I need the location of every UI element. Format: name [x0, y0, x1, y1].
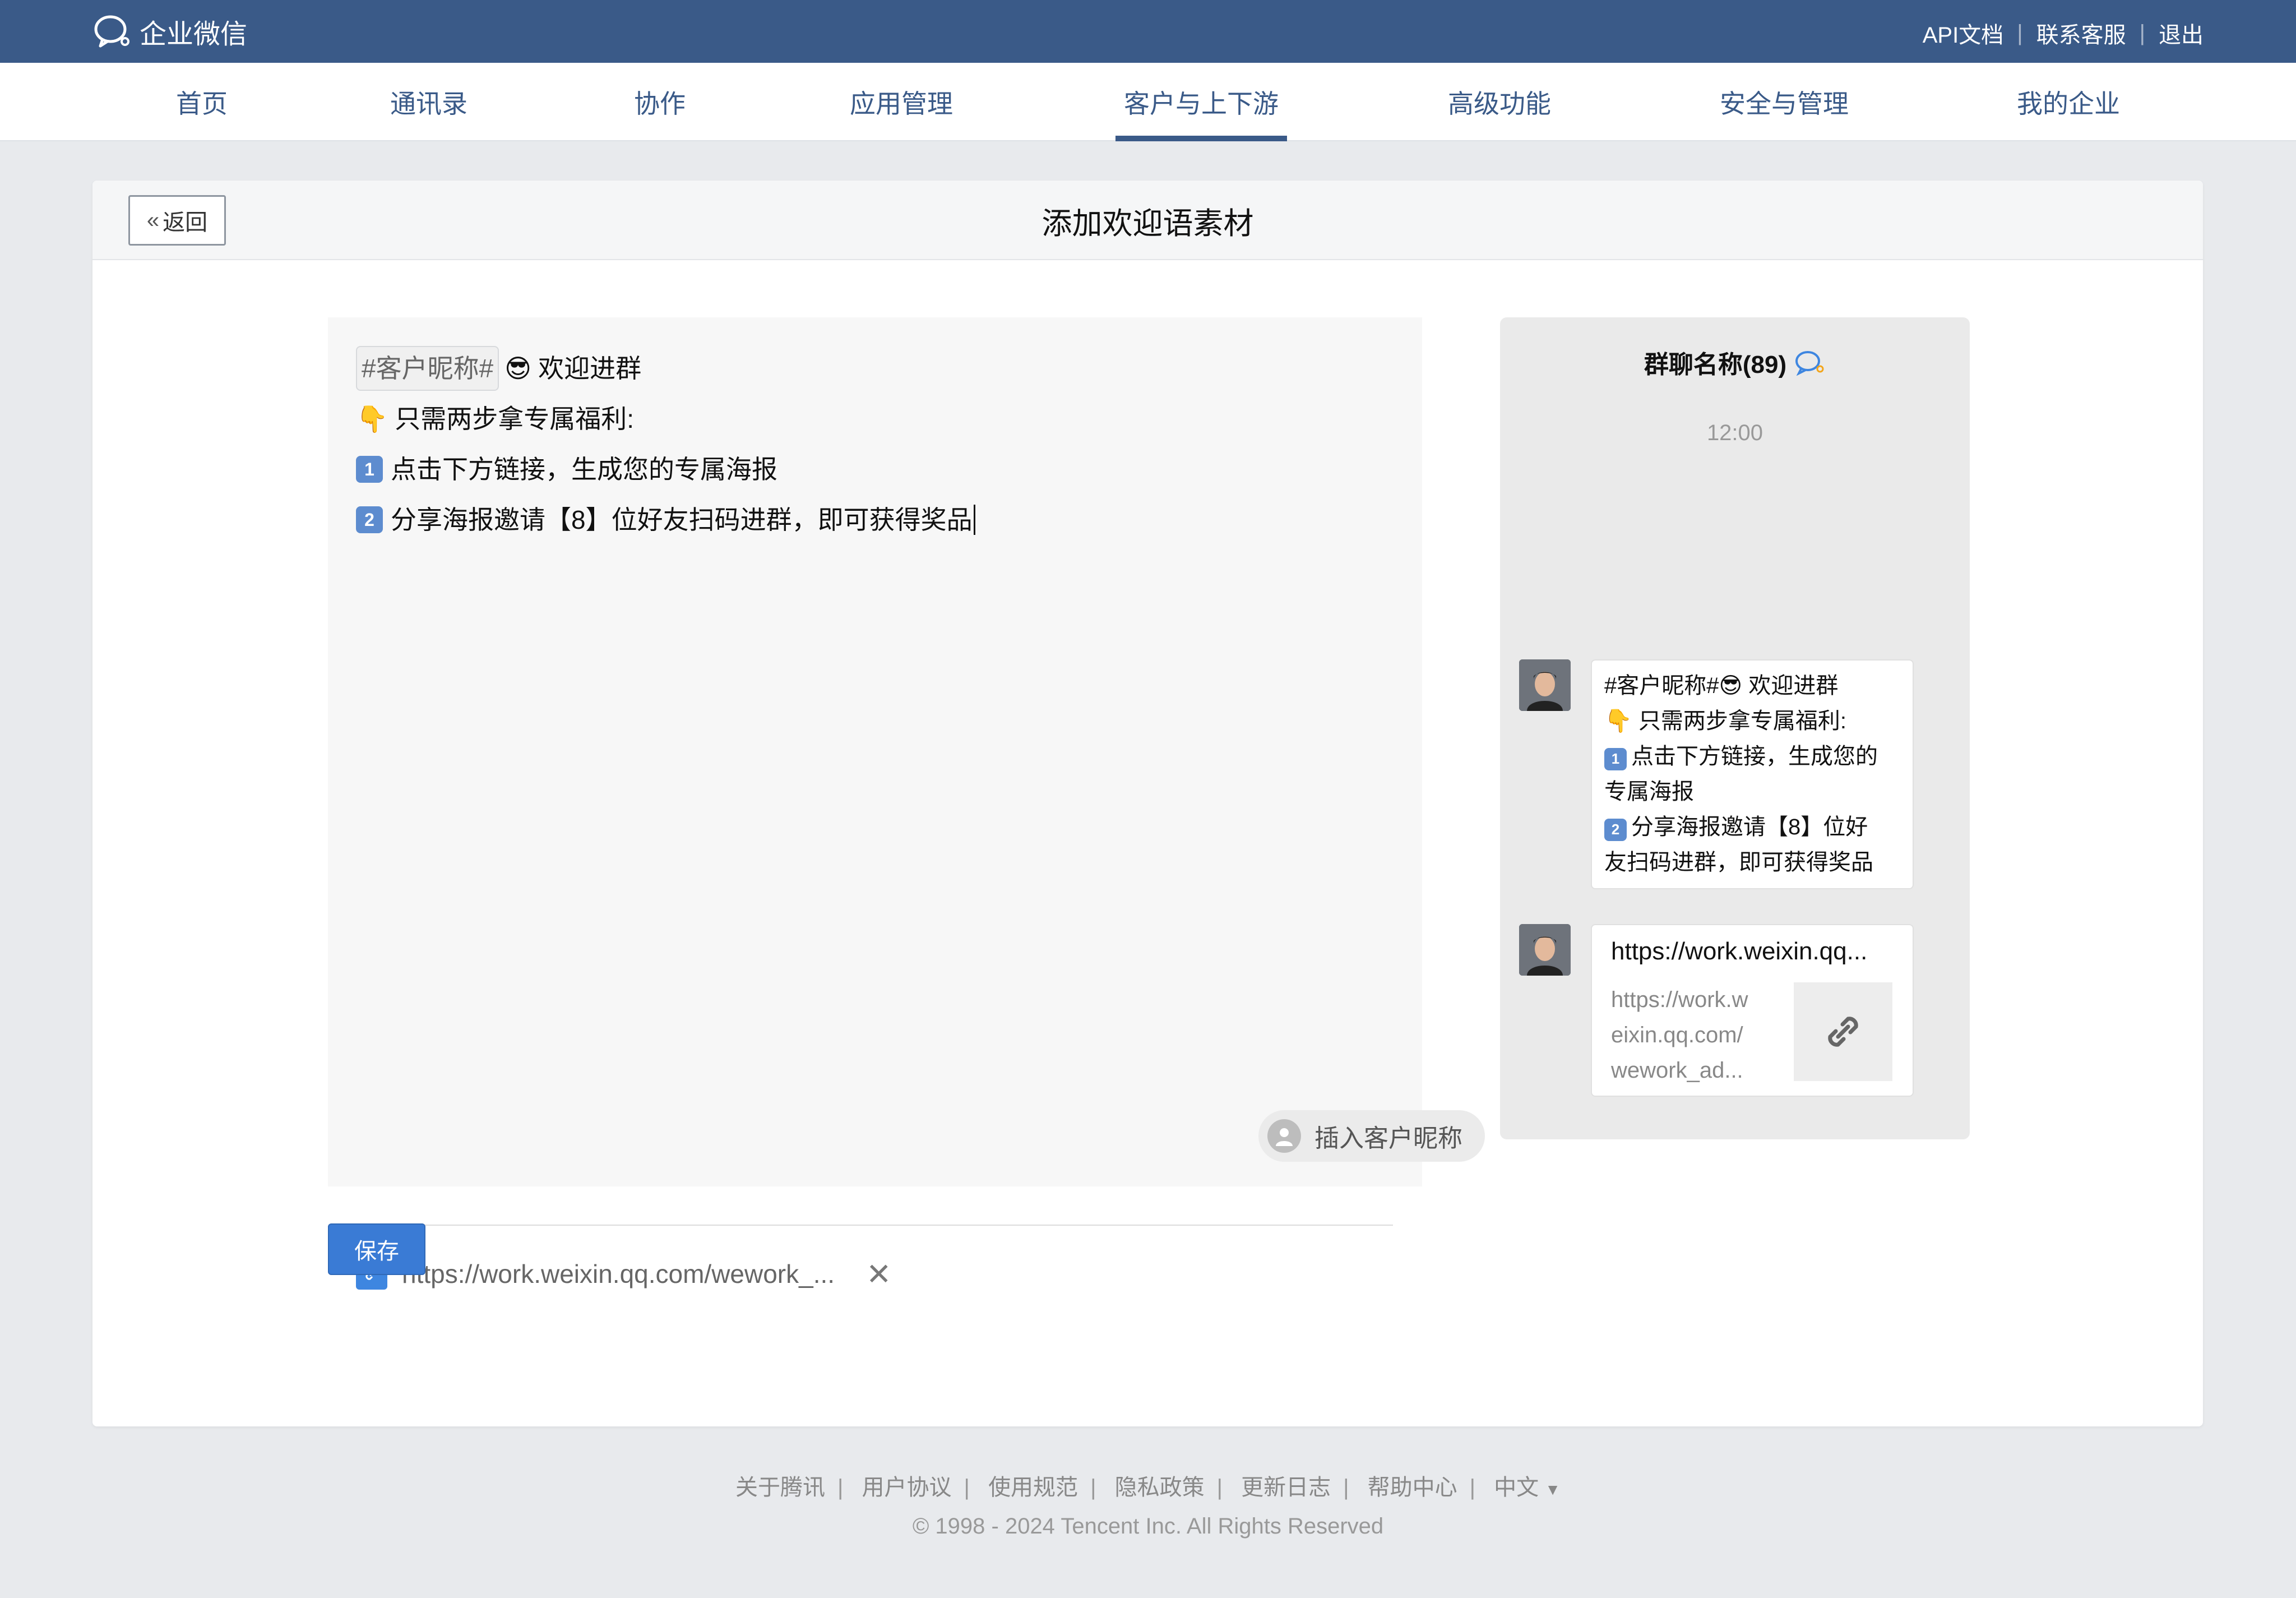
- footer-changelog-link[interactable]: 更新日志: [1241, 1475, 1331, 1500]
- sunglasses-emoji-icon: 😎: [504, 354, 532, 383]
- contact-support-link[interactable]: 联系客服: [2036, 17, 2126, 49]
- nav-my-enterprise[interactable]: 我的企业: [2012, 63, 2124, 141]
- insert-nickname-label: 插入客户昵称: [1314, 1125, 1462, 1152]
- chain-link-icon: [1828, 1017, 1858, 1047]
- keycap-1-icon: 1: [1604, 747, 1627, 770]
- editor-line-text: 欢迎进群: [538, 354, 642, 383]
- double-chevron-left-icon: «: [146, 207, 160, 233]
- editor-line: 1 点击下方链接，生成您的专属海报: [356, 444, 975, 495]
- footer-about-link[interactable]: 关于腾讯: [735, 1475, 825, 1500]
- logout-link[interactable]: 退出: [2159, 17, 2204, 49]
- group-chat-name: 群聊名称(89): [1644, 351, 1787, 378]
- remove-link-close-icon[interactable]: ✕: [866, 1257, 891, 1292]
- separator: |: [837, 1475, 844, 1500]
- message-text: #客户昵称#😎 欢迎进群 👇 只需两步拿专属福利: 1 点击下方链接，生成您的 专…: [1592, 661, 1913, 887]
- insert-nickname-button[interactable]: 插入客户昵称: [1258, 1110, 1485, 1162]
- separator: |: [1216, 1475, 1223, 1500]
- footer-user-agreement-link[interactable]: 用户协议: [862, 1475, 952, 1500]
- message-line: 分享海报邀请【8】位好: [1631, 815, 1868, 839]
- language-label: 中文: [1494, 1475, 1539, 1500]
- welcome-message-editor[interactable]: #客户昵称# 😎 欢迎进群 👇 只需两步拿专属福利: 1 点击下方链接，生成您的…: [328, 317, 1485, 1291]
- footer-links: 关于腾讯 | 用户协议 | 使用规范 | 隐私政策 | 更新日志 | 帮助中心 | 中文 ▼: [0, 1469, 2296, 1502]
- link-thumbnail: [1794, 982, 1892, 1081]
- nav-contacts[interactable]: 通讯录: [387, 63, 471, 141]
- brand-name: 企业微信: [140, 20, 248, 49]
- editor-line: 2 分享海报邀请【8】位好友扫码进群，即可获得奖品: [356, 495, 975, 545]
- back-label: 返回: [163, 210, 208, 235]
- message-line: 只需两步拿专属福利:: [1638, 709, 1847, 733]
- separator: |: [2139, 20, 2145, 45]
- api-docs-link[interactable]: API文档: [1923, 17, 2003, 49]
- nav-customers[interactable]: 客户与上下游: [1115, 63, 1287, 141]
- brand[interactable]: 企业微信: [92, 12, 247, 50]
- text-caret: [973, 505, 975, 535]
- avatar: [1519, 924, 1571, 976]
- nav-collaboration[interactable]: 协作: [628, 63, 692, 141]
- top-bar: 企业微信 API文档 | 联系客服 | 退出: [0, 0, 2296, 63]
- caret-down-icon: ▼: [1545, 1481, 1561, 1498]
- page-title: 添加欢迎语素材: [1041, 206, 1254, 241]
- keycap-2-icon: 2: [1604, 818, 1627, 841]
- nav-advanced[interactable]: 高级功能: [1442, 63, 1557, 141]
- main-nav: 首页 通讯录 协作 应用管理 客户与上下游 高级功能 安全与管理 我的企业: [0, 63, 2296, 141]
- nav-app-management[interactable]: 应用管理: [845, 63, 957, 141]
- message-line: 专属海报: [1604, 779, 1694, 804]
- language-select[interactable]: 中文 ▼: [1494, 1475, 1561, 1500]
- footer-privacy-link[interactable]: 隐私政策: [1115, 1475, 1205, 1500]
- editor-line: #客户昵称# 😎 欢迎进群: [356, 343, 975, 394]
- separator: |: [964, 1475, 970, 1500]
- message-line: 友扫码进群，即可获得奖品: [1604, 850, 1873, 875]
- main-card: 添加欢迎语素材 « 返回 #客户昵称# 😎 欢迎进群 👇 只需两步拿专属福利: …: [92, 181, 2203, 1426]
- top-links: API文档 | 联系客服 | 退出: [1923, 17, 2204, 49]
- footer-help-link[interactable]: 帮助中心: [1368, 1475, 1457, 1500]
- link-desc-line: wework_ad...: [1611, 1058, 1743, 1083]
- user-icon: [1267, 1119, 1301, 1153]
- wework-logo-icon: [94, 15, 129, 48]
- footer-usage-rules-link[interactable]: 使用规范: [988, 1475, 1078, 1500]
- link-card-description: https://work.w eixin.qq.com/ wework_ad..…: [1611, 982, 1779, 1088]
- avatar: [1519, 659, 1571, 711]
- keycap-1-icon: 1: [356, 456, 383, 483]
- link-card-title: https://work.weixin.qq...: [1611, 937, 1868, 965]
- editor-line-text: 点击下方链接，生成您的专属海报: [391, 455, 777, 484]
- message-line: #客户昵称#: [1604, 673, 1719, 698]
- preview-header: 群聊名称(89): [1500, 345, 1970, 379]
- message-line: 点击下方链接，生成您的: [1631, 744, 1878, 769]
- save-button[interactable]: 保存: [328, 1223, 425, 1275]
- pointing-down-emoji-icon: 👇: [356, 404, 388, 433]
- separator: |: [1469, 1475, 1475, 1500]
- nav-home[interactable]: 首页: [163, 63, 241, 141]
- separator: |: [2017, 20, 2023, 45]
- message-time: 12:00: [1706, 421, 1763, 445]
- nav-security[interactable]: 安全与管理: [1715, 63, 1853, 141]
- divider: [356, 1225, 1393, 1226]
- editor-line-text: 分享海报邀请【8】位好友扫码进群，即可获得奖品: [391, 505, 973, 534]
- link-message-card[interactable]: https://work.weixin.qq... https://work.w…: [1591, 924, 1914, 1097]
- copyright: © 1998 - 2024 Tencent Inc. All Rights Re…: [912, 1514, 1384, 1539]
- separator: |: [1090, 1475, 1096, 1500]
- nickname-tag[interactable]: #客户昵称#: [356, 346, 499, 391]
- editor-text[interactable]: #客户昵称# 😎 欢迎进群 👇 只需两步拿专属福利: 1 点击下方链接，生成您的…: [356, 343, 975, 545]
- editor-line: 👇 只需两步拿专属福利:: [356, 394, 975, 444]
- back-button[interactable]: « 返回: [128, 195, 226, 246]
- link-desc-line: https://work.w: [1611, 987, 1748, 1012]
- editor-line-text: 只需两步拿专属福利:: [395, 404, 635, 433]
- attached-link: https://work.weixin.qq.com/wework_... ✕: [356, 1240, 891, 1308]
- attached-link-url[interactable]: https://work.weixin.qq.com/wework_...: [402, 1259, 835, 1289]
- sunglasses-emoji-icon: 😎: [1719, 673, 1743, 698]
- separator: |: [1343, 1475, 1349, 1500]
- card-header: 添加欢迎语素材 « 返回: [92, 181, 2203, 260]
- keycap-2-icon: 2: [356, 506, 383, 533]
- pointing-down-emoji-icon: 👇: [1604, 709, 1632, 733]
- chat-preview: 群聊名称(89) 12:00 #客户昵称#😎 欢迎进群 👇 只需两步拿专属福利:…: [1500, 317, 1970, 1139]
- message-line: 欢迎进群: [1748, 673, 1839, 698]
- wework-chat-icon: [1795, 351, 1824, 376]
- text-message-bubble: #客户昵称#😎 欢迎进群 👇 只需两步拿专属福利: 1 点击下方链接，生成您的 专…: [1591, 659, 1914, 889]
- link-desc-line: eixin.qq.com/: [1611, 1023, 1743, 1047]
